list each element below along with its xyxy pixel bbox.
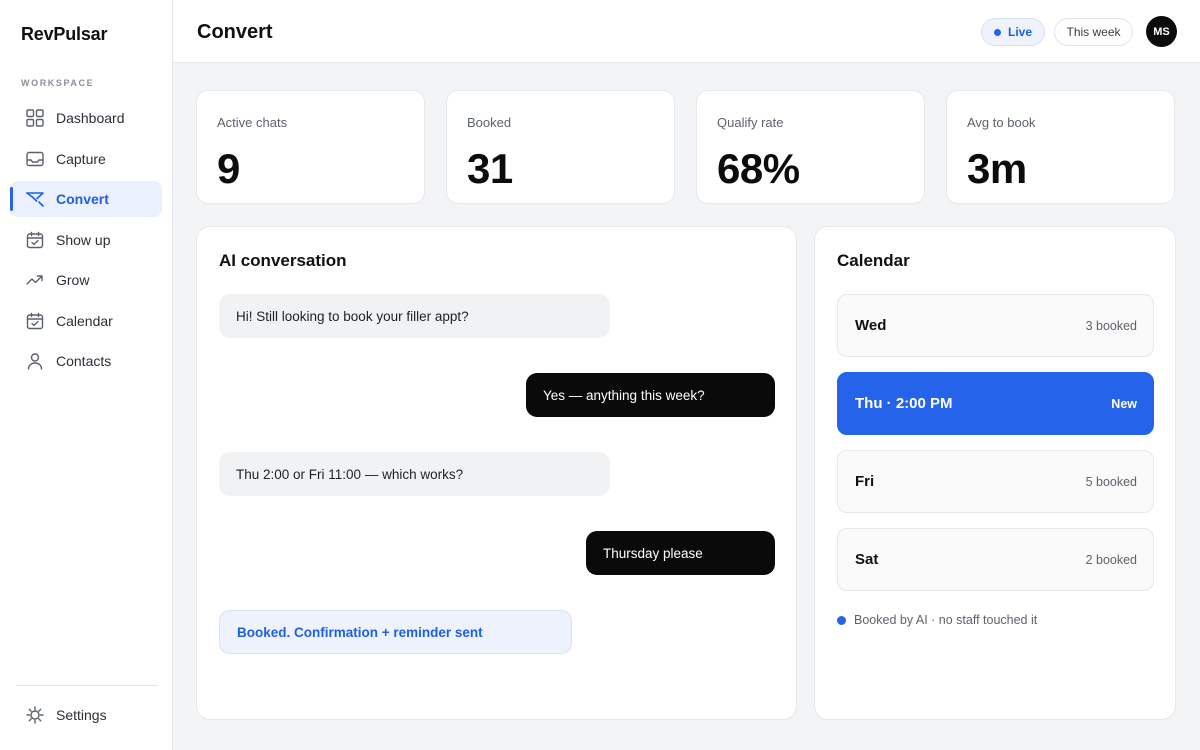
sidebar-item-dashboard[interactable]: Dashboard — [10, 100, 162, 136]
stat-label: Avg to book — [967, 115, 1036, 130]
sidebar-item-label: Capture — [56, 150, 106, 167]
confirmation-text: Booked. Confirmation + reminder sent — [237, 624, 483, 640]
sidebar-item-grow[interactable]: Grow — [10, 262, 162, 298]
calendar-day-sat[interactable]: Sat 2 booked — [837, 528, 1154, 591]
stat-card-avg-to-book: Avg to book 3m — [946, 90, 1175, 204]
calendar-check-icon — [25, 230, 45, 250]
booking-confirmation: Booked. Confirmation + reminder sent — [219, 610, 572, 654]
calendar-panel: Calendar Wed 3 booked Thu · 2:00 PM New … — [814, 226, 1176, 720]
sidebar-item-convert[interactable]: Convert — [10, 181, 162, 217]
calendar-icon — [25, 311, 45, 331]
day-name: Wed — [855, 317, 887, 334]
sidebar-item-settings[interactable]: Settings — [10, 697, 162, 733]
panel-title: Calendar — [837, 251, 910, 270]
stat-value: 9 — [217, 145, 240, 192]
sidebar-nav: Dashboard Capture Convert Show up Grow C… — [10, 100, 162, 384]
top-header: Convert Live This week MS — [173, 0, 1200, 63]
sidebar-item-label: Grow — [56, 272, 90, 288]
grid-icon — [25, 108, 45, 128]
stat-card-active-chats: Active chats 9 — [196, 90, 425, 204]
message-text: Hi! Still looking to book your filler ap… — [236, 308, 469, 324]
calendar-day-fri[interactable]: Fri 5 booked — [837, 450, 1154, 513]
new-badge: New — [1111, 396, 1137, 411]
live-dot-icon — [994, 28, 1001, 36]
calendar-day-thu-selected[interactable]: Thu · 2:00 PM New — [837, 372, 1154, 435]
panel-title: AI conversation — [219, 251, 347, 270]
sidebar-divider — [16, 685, 158, 686]
section-label: WORKSPACE — [21, 78, 95, 88]
footnote-text: Booked by AI · no staff touched it — [854, 613, 1038, 627]
stat-value: 31 — [467, 145, 513, 192]
ai-conversation-panel: AI conversation Hi! Still looking to boo… — [196, 226, 797, 720]
stat-label: Active chats — [217, 115, 288, 130]
stat-label: Booked — [467, 115, 512, 130]
calendar-footnote: Booked by AI · no staff touched it — [837, 613, 1037, 627]
day-name: Fri — [855, 473, 875, 490]
sidebar-item-label: Settings — [56, 707, 107, 723]
day-status: 2 booked — [1085, 552, 1137, 567]
sidebar-item-label: Contacts — [56, 353, 112, 369]
trend-up-icon — [25, 270, 45, 290]
sidebar-item-label: Convert — [56, 191, 109, 207]
message-text: Yes — anything this week? — [543, 387, 705, 403]
gear-icon — [25, 705, 45, 725]
stat-card-booked: Booked 31 — [446, 90, 675, 204]
funnel-icon — [25, 189, 45, 209]
stat-card-qualify-rate: Qualify rate 68% — [696, 90, 925, 204]
ai-dot-icon — [837, 615, 846, 625]
sidebar-item-show-up[interactable]: Show up — [10, 222, 162, 258]
user-message: Yes — anything this week? — [526, 373, 775, 417]
sidebar-item-label: Calendar — [56, 312, 113, 329]
stat-value: 3m — [967, 145, 1027, 192]
message-text: Thu 2:00 or Fri 11:00 — which works? — [236, 466, 464, 482]
day-name: Sat — [855, 551, 879, 568]
page-title: Convert — [197, 21, 273, 43]
period-label: This week — [1066, 25, 1121, 39]
stat-value: 68% — [717, 145, 800, 192]
sidebar: RevPulsar WORKSPACE Dashboard Capture Co… — [0, 0, 173, 750]
ai-message: Thu 2:00 or Fri 11:00 — which works? — [219, 452, 610, 496]
sidebar-item-label: Show up — [56, 231, 111, 248]
stat-label: Qualify rate — [717, 115, 784, 130]
sidebar-item-capture[interactable]: Capture — [10, 141, 162, 177]
sidebar-item-calendar[interactable]: Calendar — [10, 303, 162, 339]
user-icon — [25, 351, 45, 371]
inbox-icon — [25, 149, 45, 169]
sidebar-item-label: Dashboard — [56, 110, 125, 126]
avatar[interactable]: MS — [1146, 16, 1177, 47]
ai-message: Hi! Still looking to book your filler ap… — [219, 294, 610, 338]
user-message: Thursday please — [586, 531, 775, 575]
live-badge[interactable]: Live — [981, 18, 1045, 46]
sidebar-settings: Settings — [10, 697, 162, 738]
day-status: 3 booked — [1085, 318, 1137, 333]
calendar-day-wed[interactable]: Wed 3 booked — [837, 294, 1154, 357]
day-status: 5 booked — [1085, 474, 1137, 489]
brand-logo[interactable]: RevPulsar — [21, 24, 107, 45]
sidebar-item-contacts[interactable]: Contacts — [10, 343, 162, 379]
live-label: Live — [1008, 25, 1033, 39]
period-selector[interactable]: This week — [1054, 18, 1133, 46]
day-name: Thu · 2:00 PM — [855, 395, 953, 412]
message-text: Thursday please — [603, 545, 703, 561]
